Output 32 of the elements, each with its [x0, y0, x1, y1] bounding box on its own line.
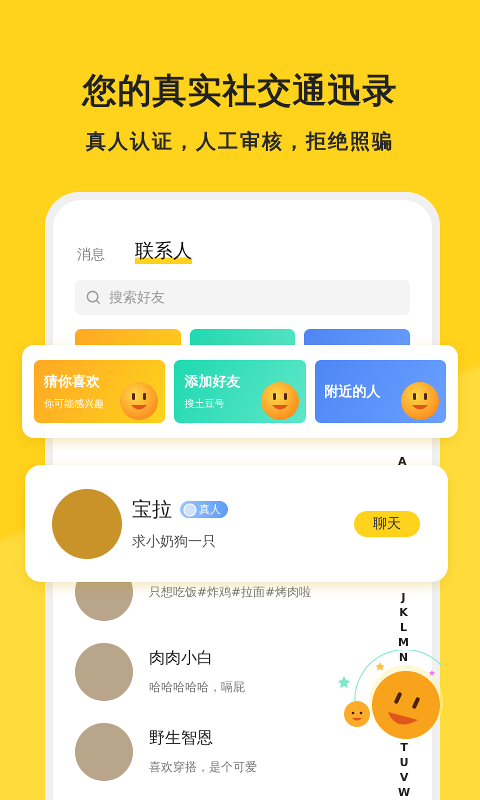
contact-status: 喜欢穿搭，是个可爱 [149, 759, 257, 776]
index-letter[interactable]: N [398, 652, 408, 664]
search-field[interactable]: 搜索好友 [75, 280, 410, 315]
index-letter[interactable]: T [400, 742, 408, 754]
tab[interactable]: 联系人 [135, 238, 192, 264]
contact-status: 只想吃饭#炸鸡#拉面#烤肉啦 [149, 584, 312, 600]
index-letter[interactable]: K [399, 607, 408, 619]
contact-name: 肉肉小白 [149, 648, 214, 669]
index-letter[interactable]: W [398, 787, 410, 799]
smiley-face-icon [119, 381, 160, 421]
contact-name: 宝拉 [132, 496, 172, 523]
feature-title: 猜你喜欢 [44, 372, 101, 390]
smiley-face-icon [400, 381, 440, 421]
tab[interactable]: 消息 [77, 246, 105, 264]
index-letter[interactable]: V [400, 772, 408, 784]
smiley-face-icon [260, 381, 300, 421]
feature-title: 附近的人 [324, 382, 382, 400]
chat-button[interactable]: 聊天 [354, 510, 420, 536]
feature-subtitle: 搜土豆号 [184, 398, 226, 410]
index-letter[interactable]: L [400, 622, 407, 634]
verified-badge: 真人 [180, 501, 228, 518]
index-letter[interactable]: M [398, 637, 409, 649]
contact-name: 野生智恩 [149, 728, 214, 749]
index-letter[interactable]: U [400, 757, 409, 769]
index-letter[interactable]: A [398, 456, 407, 468]
subheadline: 真人认证，人工审核，拒绝照骗 [86, 128, 394, 155]
headline: 您的真实社交通迅录 [82, 70, 398, 113]
contact-status: 哈哈哈哈哈，嗝屁 [149, 679, 245, 696]
contact-status: 求小奶狗一只 [132, 533, 217, 551]
feature-title: 添加好友 [184, 372, 242, 390]
feature-subtitle: 你可能感兴趣 [44, 398, 105, 410]
index-letter[interactable]: J [401, 592, 406, 604]
